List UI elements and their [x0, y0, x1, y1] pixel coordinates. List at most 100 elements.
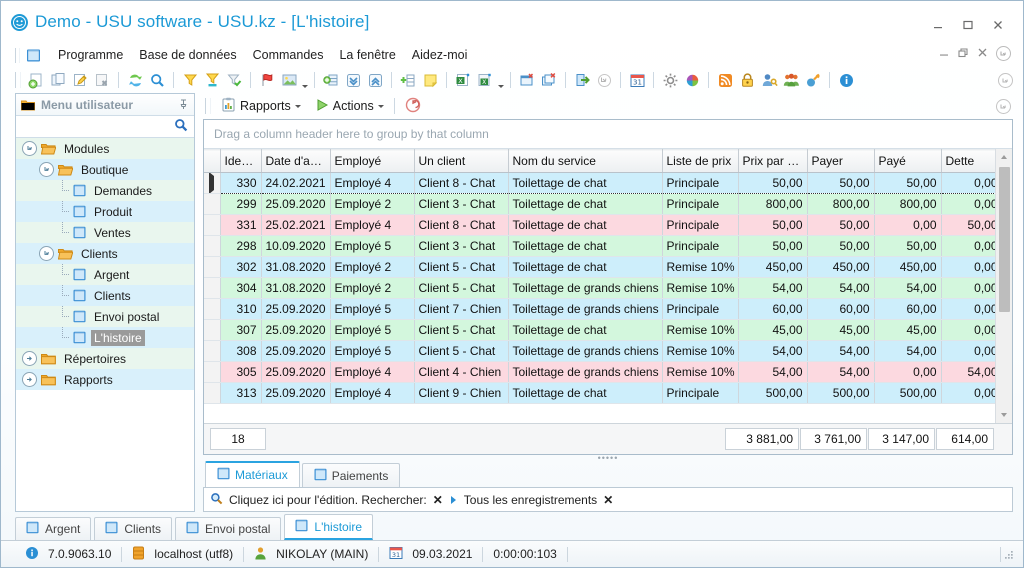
lock-icon[interactable] [737, 70, 757, 90]
tree-expander-icon[interactable] [22, 141, 37, 156]
table-row[interactable]: 304 31.08.2020 Employé 2 Client 5 - Chat Toi… [204, 277, 1003, 299]
scrollbar-thumb[interactable] [998, 167, 1010, 312]
tab-paiements[interactable]: Paiements [301, 463, 401, 487]
table-row[interactable]: 302 31.08.2020 Employé 2 Client 5 - Chat Toi… [204, 256, 1003, 278]
grid-column-header-price[interactable]: Liste de prix [662, 149, 739, 173]
sidebar-item-rapports[interactable]: Rapports [16, 369, 194, 390]
image-icon[interactable] [279, 70, 299, 90]
actions-caret-icon[interactable] [377, 104, 384, 108]
filter-edit-hint[interactable]: Cliquez ici pour l'édition. Rechercher: [229, 493, 427, 507]
sidebar-item-ventes[interactable]: Ventes [16, 222, 194, 243]
new-window-icon[interactable] [517, 70, 537, 90]
table-row[interactable]: 331 25.02.2021 Employé 4 Client 8 - Chat Toi… [204, 214, 1003, 236]
filter-active-icon[interactable] [202, 70, 222, 90]
edit-record-icon[interactable] [70, 70, 90, 90]
user-menu-search[interactable] [16, 116, 194, 138]
grid-column-header-id[interactable]: Identif... [220, 149, 262, 173]
sidebar-item-boutique[interactable]: Boutique [16, 159, 194, 180]
tree-expander-icon[interactable] [39, 162, 54, 177]
window-resize-grip[interactable] [1001, 547, 1015, 561]
table-row[interactable]: 307 25.09.2020 Employé 5 Client 5 - Chat Toi… [204, 319, 1003, 341]
window-tab-clients[interactable]: Clients [94, 517, 173, 540]
add-column-icon[interactable] [398, 70, 418, 90]
image-dropdown-caret-icon[interactable] [300, 68, 309, 93]
color-wheel-icon[interactable] [682, 70, 702, 90]
filter-records-label[interactable]: Tous les enregistrements [464, 493, 597, 507]
expand-group-icon[interactable] [321, 70, 341, 90]
export-dropdown-caret-icon[interactable] [496, 68, 505, 93]
table-row[interactable]: 298 10.09.2020 Employé 5 Client 3 - Chat Toi… [204, 235, 1003, 257]
grid-vertical-scrollbar[interactable] [995, 149, 1012, 423]
pin-icon[interactable] [177, 99, 189, 111]
menu-programme[interactable]: Programme [50, 46, 131, 64]
menu-la-fenetre[interactable]: La fenêtre [331, 46, 403, 64]
sidebar-item-clients[interactable]: Clients [16, 243, 194, 264]
grid-column-header-emp[interactable]: Employé [330, 149, 415, 173]
close-button[interactable] [983, 15, 1013, 35]
menu-commandes[interactable]: Commandes [245, 46, 332, 64]
settings-icon[interactable] [660, 70, 680, 90]
refresh-icon[interactable] [125, 70, 145, 90]
table-row[interactable]: 313 25.09.2020 Employé 4 Client 9 - Chien To… [204, 382, 1003, 404]
add-record-icon[interactable] [26, 70, 46, 90]
menu-base-de-donnees[interactable]: Base de données [131, 46, 244, 64]
actions-button[interactable]: Actions [311, 96, 388, 117]
mdi-restore-button[interactable] [958, 47, 969, 61]
search-input[interactable] [22, 118, 174, 135]
reports-caret-icon[interactable] [294, 104, 301, 108]
maximize-button[interactable] [953, 15, 983, 35]
plug-icon[interactable] [803, 70, 823, 90]
grid-column-header-paid[interactable]: Payé [874, 149, 942, 173]
scroll-up-button[interactable] [996, 149, 1012, 165]
expand-all-icon[interactable] [365, 70, 385, 90]
grid-column-header-pay[interactable]: Payer [807, 149, 875, 173]
undo-button[interactable] [401, 96, 425, 117]
rollup-down-icon[interactable] [996, 46, 1011, 61]
mdi-close-button[interactable] [977, 47, 988, 61]
sidebar-item-modules[interactable]: Modules [16, 138, 194, 159]
filter-expand-icon[interactable] [450, 495, 456, 504]
tree-expander-icon[interactable] [39, 246, 54, 261]
grid-column-header-client[interactable]: Un client [414, 149, 509, 173]
tab-mat-riaux[interactable]: Matériaux [205, 461, 300, 487]
calendar-icon[interactable]: 31 [627, 70, 647, 90]
sidebar-item-l-histoire[interactable]: L'histoire [16, 327, 194, 348]
window-tab-l-histoire[interactable]: L'histoire [284, 514, 374, 540]
scroll-down-button[interactable] [996, 407, 1012, 423]
delete-record-icon[interactable] [92, 70, 112, 90]
sidebar-item-demandes[interactable]: Demandes [16, 180, 194, 201]
sidebar-item-envoi-postal[interactable]: Envoi postal [16, 306, 194, 327]
grid-column-header-service[interactable]: Nom du service [508, 149, 663, 173]
table-row[interactable]: 299 25.09.2020 Employé 2 Client 3 - Chat Toi… [204, 193, 1003, 215]
reports-button[interactable]: Rapports [217, 96, 305, 117]
grid-rollup-icon[interactable] [996, 99, 1011, 114]
minimize-button[interactable] [923, 15, 953, 35]
table-row[interactable]: 310 25.09.2020 Employé 5 Client 7 - Chien To… [204, 298, 1003, 320]
filter-check-icon[interactable] [224, 70, 244, 90]
user-key-icon[interactable] [759, 70, 779, 90]
exit-icon[interactable] [572, 70, 592, 90]
toolbar-rollup-icon[interactable] [998, 73, 1013, 88]
group-by-panel[interactable]: Drag a column header here to group by th… [204, 120, 1012, 149]
table-row[interactable]: 308 25.09.2020 Employé 5 Client 5 - Chat Toi… [204, 340, 1003, 362]
sidebar-item-clients[interactable]: Clients [16, 285, 194, 306]
mdi-minimize-button[interactable] [939, 47, 950, 61]
export-excel-2-icon[interactable]: X [475, 70, 495, 90]
filter-icon[interactable] [180, 70, 200, 90]
grid-column-header-unit[interactable]: Prix par prix [738, 149, 808, 173]
window-tab-envoi-postal[interactable]: Envoi postal [175, 517, 282, 540]
table-row[interactable]: 330 24.02.2021 Employé 4 Client 8 - Chat Toi… [204, 172, 1003, 194]
tree-expander-icon[interactable] [22, 351, 37, 366]
sidebar-item-argent[interactable]: Argent [16, 264, 194, 285]
users-group-icon[interactable] [781, 70, 801, 90]
tree-expander-icon[interactable] [22, 372, 37, 387]
copy-record-icon[interactable] [48, 70, 68, 90]
search-icon[interactable] [147, 70, 167, 90]
grid-column-header-date[interactable]: Date d'arrivée [261, 149, 331, 173]
filter-records-clear-button[interactable]: ✕ [603, 493, 613, 507]
export-excel-icon[interactable]: X [453, 70, 473, 90]
menu-grip[interactable] [15, 47, 20, 63]
grid-toolbar-grip[interactable] [205, 98, 211, 114]
rss-icon[interactable] [715, 70, 735, 90]
flag-icon[interactable] [257, 70, 277, 90]
